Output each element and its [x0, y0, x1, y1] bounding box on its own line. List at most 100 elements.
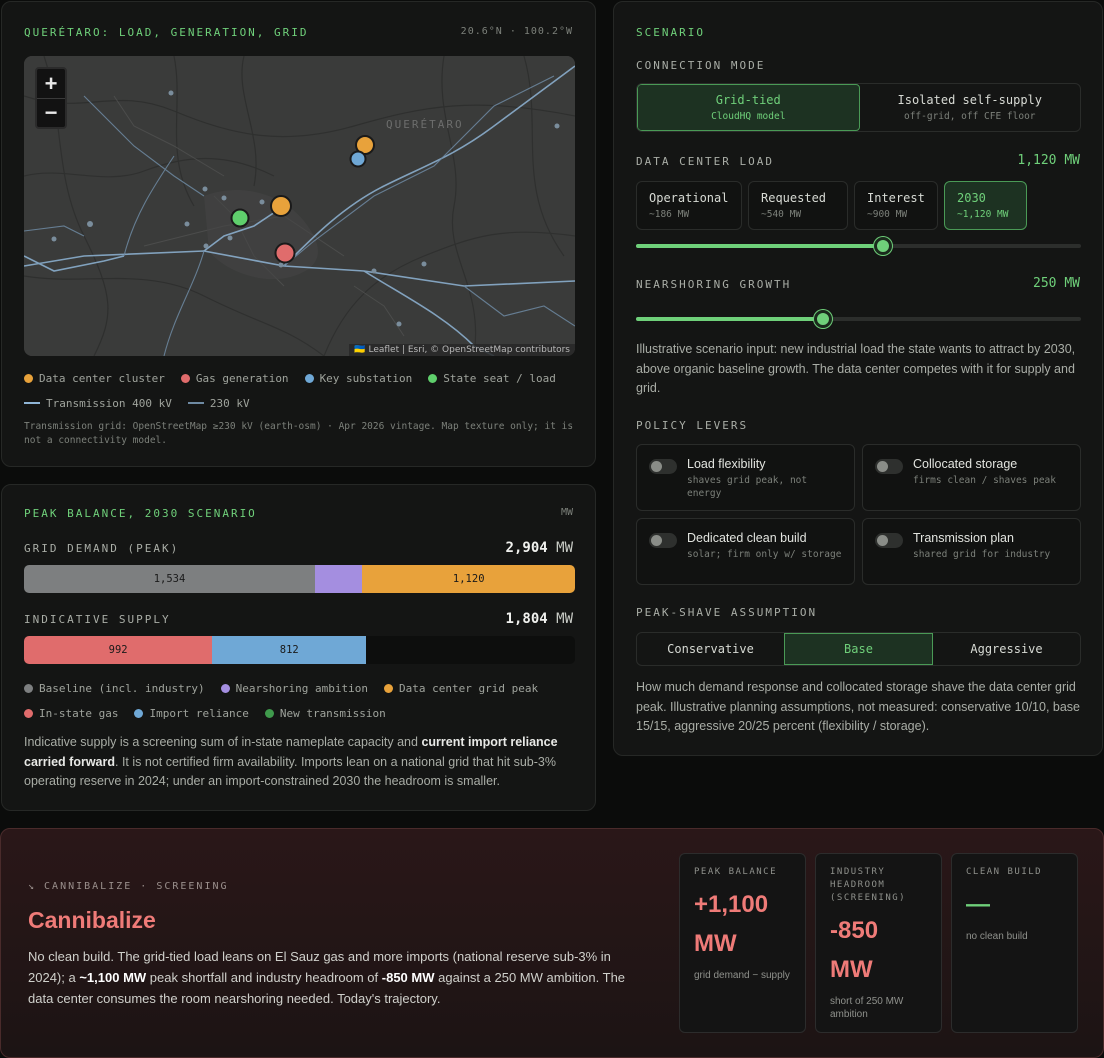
- stat-head: INDUSTRY HEADROOM (SCREENING): [830, 867, 907, 903]
- bar-segment: 1,120: [362, 565, 575, 593]
- supply-total: 1,804 MW: [506, 611, 573, 627]
- stat-industry-headroom: INDUSTRY HEADROOM (SCREENING) -850 MW sh…: [815, 853, 942, 1033]
- scenario-title: SCENARIO: [636, 26, 705, 39]
- preset-title: 2030: [957, 191, 986, 205]
- option-sub: off-grid, off CFE floor: [903, 111, 1036, 122]
- nearshoring-slider[interactable]: [636, 310, 1081, 328]
- peak-shave-base[interactable]: Base: [784, 633, 933, 665]
- peak-shave-label: PEAK-SHAVE ASSUMPTION: [636, 606, 818, 619]
- connection-option-grid-tied[interactable]: Grid-tied CloudHQ model: [637, 84, 860, 131]
- legend-dot-icon: [220, 684, 230, 693]
- supply-explanation: Indicative supply is a screening sum of …: [24, 733, 569, 792]
- verdict-panel: ↘ CANNIBALIZE · SCREENING Cannibalize No…: [0, 828, 1104, 1058]
- legend-line-icon: [187, 402, 204, 404]
- legend-label: In-state gas: [39, 707, 119, 720]
- legend-item: Transmission 400 kV: [24, 397, 172, 410]
- demand-total-unit: MW: [556, 540, 573, 556]
- toggle-switch[interactable]: [875, 459, 903, 474]
- zoom-in-button[interactable]: +: [37, 69, 65, 98]
- nearshoring-slider-handle[interactable]: [813, 310, 832, 328]
- legend-item: Key substation: [304, 372, 412, 385]
- stat-clean-build: CLEAN BUILD — no clean build: [951, 853, 1078, 1033]
- lever-transmission-plan[interactable]: Transmission plan shared grid for industr…: [862, 518, 1081, 585]
- data-center-marker[interactable]: [270, 195, 292, 217]
- load-preset-operational[interactable]: Operational ~186 MW: [636, 181, 742, 230]
- legend-item: Import reliance: [134, 707, 249, 720]
- legend-label: Import reliance: [149, 707, 249, 720]
- demand-total: 2,904 MW: [506, 540, 573, 556]
- preset-title: Requested: [761, 191, 827, 205]
- demand-total-value: 2,904: [505, 540, 548, 556]
- legend-dot-icon: [134, 709, 144, 718]
- map-panel: QUERÉTARO: LOAD, GENERATION, GRID 20.6°N…: [1, 1, 596, 467]
- stat-value: -850 MW: [830, 917, 879, 983]
- legend-item: Nearshoring ambition: [220, 682, 369, 695]
- legend-item: 230 kV: [187, 397, 250, 410]
- lever-load-flexibility[interactable]: Load flexibility shaves grid peak, not en…: [636, 444, 855, 511]
- lever-dedicated-clean-build[interactable]: Dedicated clean build solar; firm only w/…: [636, 518, 855, 585]
- nearshoring-slider-fill: [636, 317, 823, 321]
- stat-sub: grid demand − supply: [694, 970, 790, 981]
- peak-shave-selector: Conservative Base Aggressive: [636, 632, 1081, 666]
- legend-dot-icon: [264, 709, 274, 718]
- toggle-switch[interactable]: [875, 533, 903, 548]
- preset-sub: ~1,120 MW: [957, 209, 1009, 220]
- preset-sub: ~900 MW: [867, 209, 908, 220]
- stat-head: CLEAN BUILD: [966, 867, 1043, 877]
- verdict-emphasis: -850 MW: [381, 970, 435, 985]
- legend-item: Data center cluster: [24, 372, 165, 385]
- supply-total-value: 1,804: [505, 611, 548, 627]
- load-preset-2030[interactable]: 2030 ~1,120 MW: [944, 181, 1027, 230]
- legend-item: Data center grid peak: [384, 682, 538, 695]
- map-attribution[interactable]: 🇺🇦 Leaflet | Esri, © OpenStreetMap contr…: [349, 344, 575, 356]
- map-texture[interactable]: QUERÉTARO: [24, 56, 575, 356]
- lever-sub: shared grid for industry: [913, 549, 1051, 560]
- load-slider-handle[interactable]: [873, 237, 892, 255]
- connection-option-isolated[interactable]: Isolated self-supply off-grid, off CFE f…: [860, 84, 1081, 131]
- stat-peak-balance: PEAK BALANCE +1,100 MW grid demand − sup…: [679, 853, 806, 1033]
- legend-label: Nearshoring ambition: [235, 682, 369, 695]
- toggle-switch[interactable]: [649, 533, 677, 548]
- verdict-text: peak shortfall and industry headroom of: [146, 970, 382, 985]
- lever-sub: firms clean / shaves peak: [913, 475, 1056, 486]
- map-line-legend: Transmission 400 kV 230 kV: [24, 397, 250, 410]
- map-legend: Data center cluster Gas generation Key s…: [24, 372, 556, 385]
- legend-dot-icon: [304, 374, 314, 383]
- load-preset-interest[interactable]: Interest ~900 MW: [854, 181, 938, 230]
- legend-item: In-state gas: [24, 707, 118, 720]
- legend-dot-icon: [24, 374, 33, 383]
- peak-shave-conservative[interactable]: Conservative: [637, 633, 784, 665]
- peak-shave-aggressive[interactable]: Aggressive: [933, 633, 1080, 665]
- scenario-panel: SCENARIO CONNECTION MODE Grid-tied Cloud…: [613, 1, 1103, 756]
- option-sub: CloudHQ model: [711, 111, 786, 122]
- lever-collocated-storage[interactable]: Collocated storage firms clean / shaves p…: [862, 444, 1081, 511]
- peak-shave-description: How much demand response and collocated …: [636, 680, 1081, 733]
- verdict-tag: ↘ CANNIBALIZE · SCREENING: [28, 881, 229, 892]
- legend-dot-icon: [24, 709, 33, 718]
- legend-label: 230 kV: [209, 397, 250, 410]
- key-substation-marker[interactable]: [349, 150, 367, 168]
- gas-generation-marker[interactable]: [274, 242, 296, 264]
- option-title: Isolated self-supply: [897, 93, 1043, 107]
- bar-segment: 812: [212, 636, 367, 664]
- bar-segment: 992: [24, 636, 213, 664]
- map-place-label: QUERÉTARO: [386, 118, 464, 131]
- nearshoring-value: 250 MW: [1033, 276, 1080, 291]
- map-coordinates: 20.6°N · 100.2°W: [460, 26, 573, 37]
- state-seat-marker[interactable]: [230, 208, 250, 228]
- nearshoring-description: Illustrative scenario input: new industr…: [636, 342, 1076, 395]
- load-preset-requested[interactable]: Requested ~540 MW: [748, 181, 848, 230]
- load-value: 1,120 MW: [1017, 153, 1080, 168]
- zoom-out-button[interactable]: −: [37, 98, 65, 127]
- legend-label: Gas generation: [195, 372, 289, 385]
- load-slider-fill: [636, 244, 883, 248]
- peak-legend-row1: Baseline (incl. industry) Nearshoring am…: [24, 682, 538, 695]
- preset-sub: ~186 MW: [649, 209, 690, 220]
- toggle-switch[interactable]: [649, 459, 677, 474]
- load-slider[interactable]: [636, 237, 1081, 255]
- supply-header: INDICATIVE SUPPLY 1,804 MW: [24, 611, 573, 627]
- lever-title: Load flexibility: [687, 457, 766, 471]
- map-view[interactable]: QUERÉTARO + − 🇺🇦 Leaflet | Esri, © OpenS…: [24, 56, 575, 356]
- supply-bar: 992 812: [24, 636, 575, 664]
- stat-value: +1,100 MW: [694, 891, 769, 957]
